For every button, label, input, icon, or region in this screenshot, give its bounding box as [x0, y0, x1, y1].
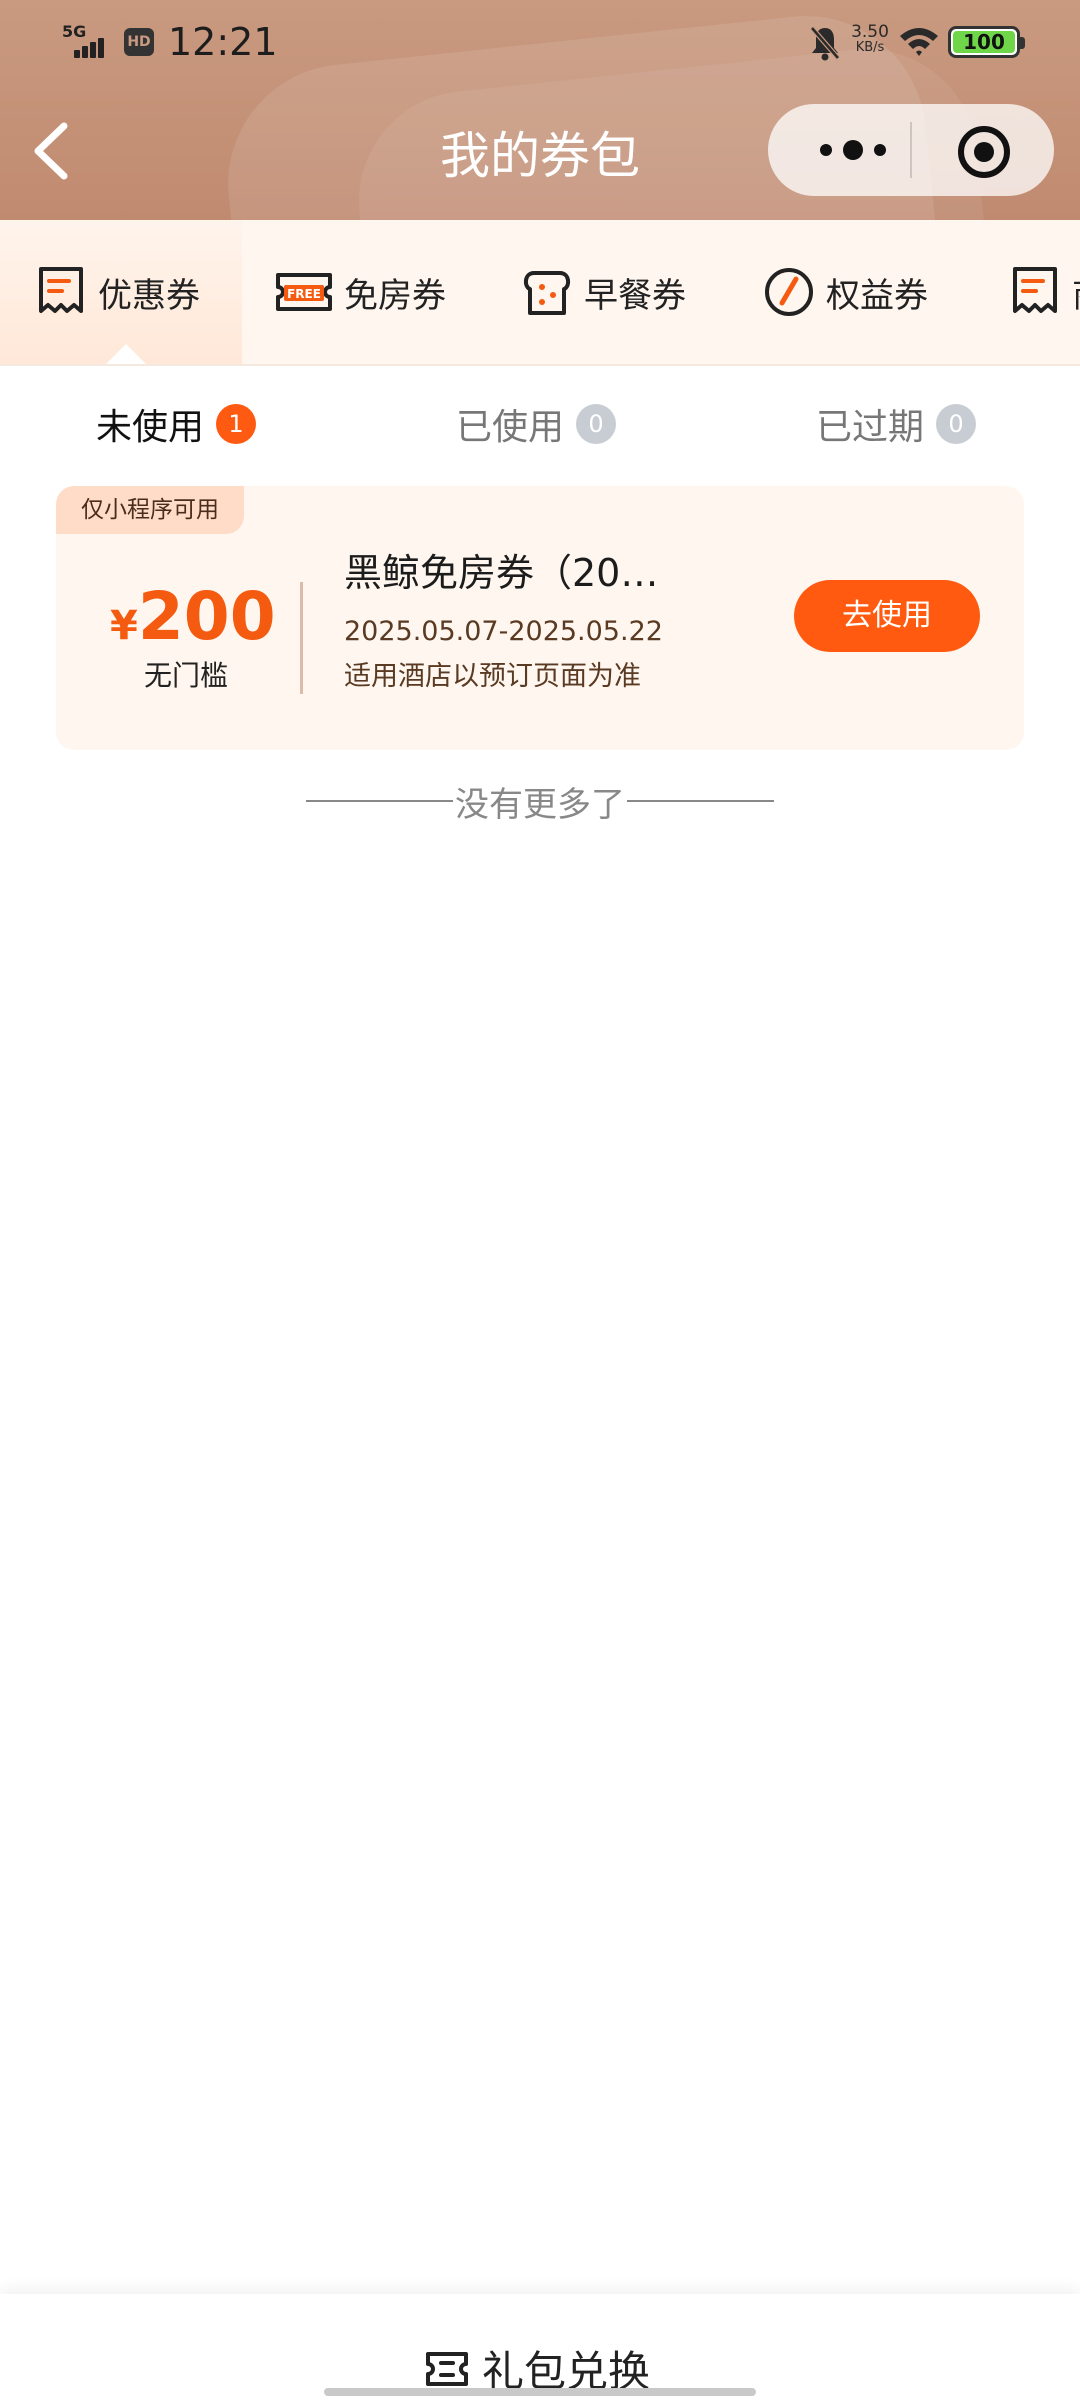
list-end-indicator: 没有更多了	[306, 778, 774, 825]
category-tabs: 优惠券 FREE 免房券 早餐券 权益券 商	[0, 220, 1080, 366]
gauge-icon	[765, 268, 813, 316]
use-coupon-button[interactable]: 去使用	[794, 580, 980, 652]
tab-label: 权益券	[826, 275, 928, 316]
svg-text:FREE: FREE	[287, 287, 321, 301]
free-ticket-icon: FREE	[276, 273, 332, 311]
coupon-receipt-icon	[1013, 267, 1057, 313]
coupon-threshold: 无门槛	[143, 659, 228, 692]
capsule-divider	[910, 122, 912, 178]
bottom-bar: 礼包兑换	[0, 2294, 1080, 2400]
tab-label: 已使用	[456, 407, 565, 448]
ticket-icon	[426, 2351, 468, 2386]
active-tab-indicator	[106, 344, 146, 364]
home-indicator[interactable]	[324, 2388, 756, 2396]
currency-symbol: ¥	[110, 603, 138, 649]
coupon-receipt-icon	[39, 267, 83, 313]
coupon-tag: 仅小程序可用	[56, 486, 244, 534]
coupon-validity: 2025.05.07-2025.05.22	[344, 616, 663, 647]
hd-icon: HD	[124, 28, 154, 56]
speed-value: 3.50	[851, 22, 889, 42]
battery-icon: 100	[948, 26, 1025, 58]
coupon-divider	[300, 582, 303, 694]
speed-unit: KB/s	[855, 40, 885, 55]
miniprogram-capsule	[768, 104, 1054, 196]
tab-label: 优惠券	[98, 275, 200, 316]
network-speed: 3.50 KB/s	[848, 24, 892, 56]
status-time: 12:21	[168, 20, 278, 64]
tab-coupon[interactable]: 优惠券	[0, 220, 242, 364]
coupon-amount: ¥200	[110, 578, 276, 655]
coupon-note: 适用酒店以预订页面为准	[344, 661, 641, 692]
header: 5G HD 12:21 3.50 KB/s 100 我的券包	[0, 0, 1080, 220]
count-badge: 0	[936, 404, 977, 444]
tab-label: 未使用	[96, 407, 205, 448]
more-icon[interactable]	[808, 124, 898, 176]
bell-muted-icon	[810, 26, 840, 61]
coupon-card[interactable]: 仅小程序可用 ¥200 无门槛 黑鲸免房券（20… 2025.05.07-202…	[56, 486, 1024, 750]
status-bar: 5G HD 12:21 3.50 KB/s 100	[0, 0, 1080, 90]
count-badge: 1	[216, 404, 257, 444]
wifi-icon	[900, 28, 938, 56]
status-tabs: 未使用 1 已使用 0 已过期 0	[0, 380, 1080, 470]
tab-label: 商	[1072, 268, 1080, 317]
back-icon[interactable]	[26, 118, 76, 184]
tab-breakfast[interactable]: 早餐券	[520, 220, 686, 364]
tab-free-room[interactable]: FREE 免房券	[274, 220, 446, 364]
divider-line	[306, 800, 453, 802]
count-badge: 0	[576, 404, 617, 444]
tab-label: 免房券	[344, 275, 446, 316]
coupon-name: 黑鲸免房券（20…	[344, 551, 659, 595]
list-end-text: 没有更多了	[455, 784, 625, 825]
network-label: 5G	[62, 22, 87, 41]
tab-used[interactable]: 已使用 0	[456, 398, 617, 450]
amount-value: 200	[137, 578, 276, 655]
tab-label: 早餐券	[584, 275, 686, 316]
target-icon[interactable]	[956, 124, 1012, 180]
tab-label: 已过期	[816, 407, 925, 448]
divider-line	[627, 800, 774, 802]
tab-benefit[interactable]: 权益券	[762, 220, 928, 364]
bread-icon	[523, 271, 571, 315]
page-title: 我的券包	[440, 127, 640, 185]
battery-level: 100	[963, 30, 1005, 54]
cellular-signal-icon: 5G	[60, 22, 110, 60]
tab-expired[interactable]: 已过期 0	[816, 398, 977, 450]
tab-unused[interactable]: 未使用 1	[96, 398, 257, 450]
tab-more-category[interactable]: 商	[1008, 220, 1080, 364]
